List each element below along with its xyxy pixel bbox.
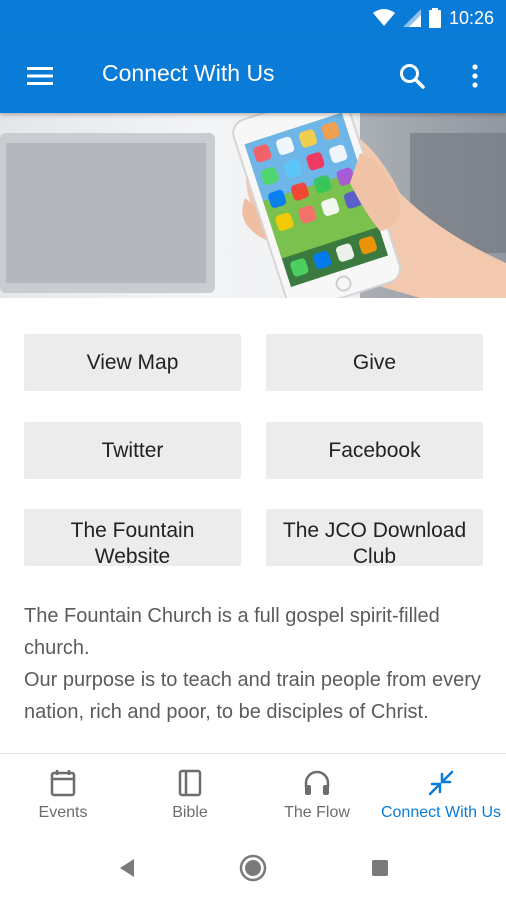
nav-label-connect-with-us: Connect With Us bbox=[380, 804, 502, 821]
nav-item-the-flow[interactable]: The Flow bbox=[267, 754, 367, 829]
give-button[interactable]: Give bbox=[266, 334, 483, 391]
back-triangle-icon bbox=[120, 859, 134, 877]
nav-item-bible[interactable]: Bible bbox=[140, 754, 240, 829]
book-icon bbox=[178, 768, 202, 798]
more-vert-icon bbox=[472, 64, 478, 88]
battery-icon bbox=[428, 8, 441, 28]
description-line-1: The Fountain Church is a full gospel spi… bbox=[24, 605, 440, 659]
facebook-button[interactable]: Facebook bbox=[266, 422, 483, 479]
connect-arrows-icon bbox=[427, 768, 455, 798]
hero-image bbox=[0, 113, 506, 298]
headphones-icon bbox=[303, 768, 331, 798]
jco-download-club-button[interactable]: The JCO Download Club bbox=[266, 509, 483, 566]
church-description: The Fountain Church is a full gospel spi… bbox=[24, 600, 486, 753]
give-label: Give bbox=[352, 350, 397, 374]
system-navigation-bar bbox=[0, 828, 506, 900]
app-bar: Connect With Us bbox=[0, 36, 506, 113]
status-time: 10:26 bbox=[448, 7, 494, 28]
calendar-icon bbox=[50, 768, 76, 798]
search-button[interactable] bbox=[392, 56, 432, 96]
search-icon bbox=[400, 64, 425, 89]
status-icons: 10:26 bbox=[372, 6, 494, 30]
jco-download-club-label: The JCO Download Club bbox=[282, 519, 467, 566]
facebook-label: Facebook bbox=[328, 438, 421, 462]
twitter-button[interactable]: Twitter bbox=[24, 422, 241, 479]
back-button[interactable] bbox=[111, 852, 143, 884]
view-map-label: View Map bbox=[86, 350, 179, 374]
phone-in-hand-illustration bbox=[0, 113, 506, 298]
home-button[interactable] bbox=[237, 852, 269, 884]
home-circle-icon bbox=[239, 854, 267, 882]
bottom-navigation: Events Bible The Flow Connect With Us bbox=[0, 753, 506, 828]
hamburger-menu-icon bbox=[27, 67, 53, 85]
recents-square-icon bbox=[372, 860, 388, 876]
twitter-label: Twitter bbox=[101, 438, 164, 462]
more-options-button[interactable] bbox=[460, 56, 490, 96]
nav-label-events: Events bbox=[38, 804, 88, 821]
fountain-website-button[interactable]: The Fountain Website bbox=[24, 509, 241, 566]
view-map-button[interactable]: View Map bbox=[24, 334, 241, 391]
menu-button[interactable] bbox=[20, 56, 60, 96]
recents-button[interactable] bbox=[364, 852, 396, 884]
nav-label-bible: Bible bbox=[172, 804, 208, 821]
nav-item-connect-with-us[interactable]: Connect With Us bbox=[378, 754, 504, 829]
status-bar: 10:26 bbox=[0, 0, 506, 36]
nav-label-the-flow: The Flow bbox=[284, 804, 350, 821]
wifi-icon bbox=[372, 9, 395, 26]
cell-signal-icon bbox=[402, 9, 421, 27]
page-title: Connect With Us bbox=[102, 60, 275, 86]
nav-item-events[interactable]: Events bbox=[13, 754, 113, 829]
description-line-2: Our purpose is to teach and train people… bbox=[24, 669, 481, 723]
fountain-website-label: The Fountain Website bbox=[70, 519, 195, 566]
